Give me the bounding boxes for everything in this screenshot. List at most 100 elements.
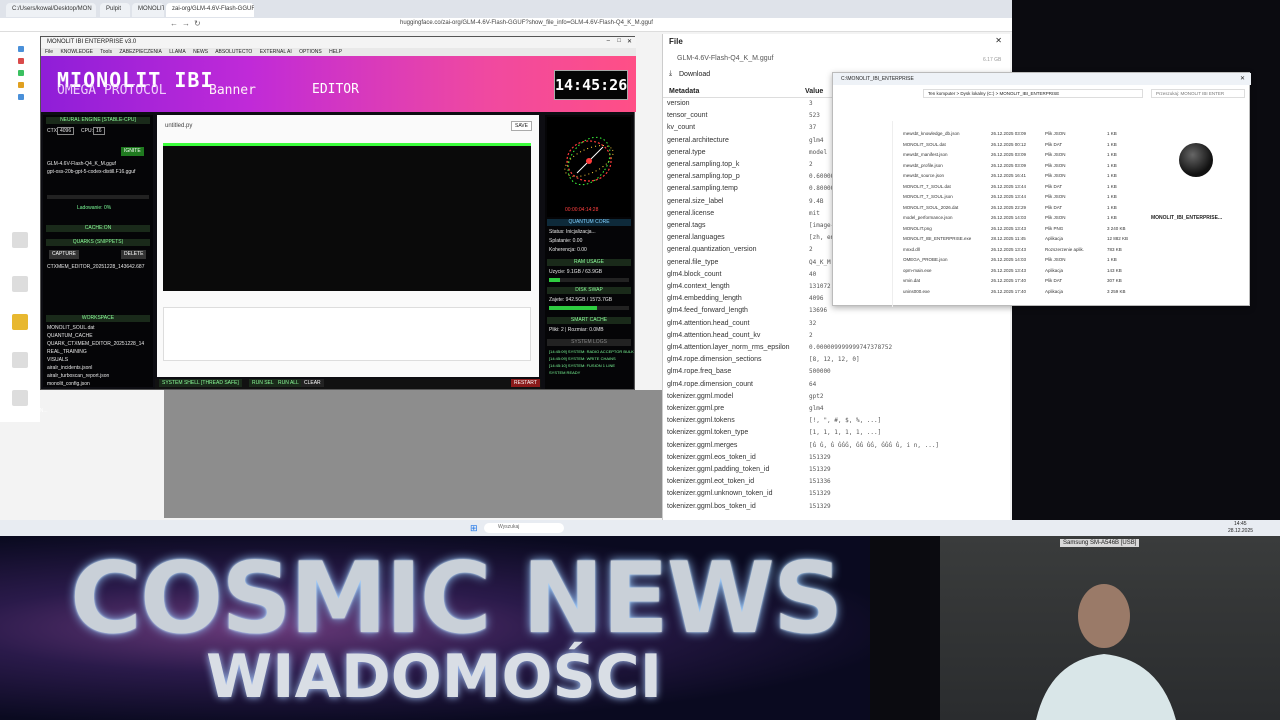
explorer-file-row[interactable]: mnxd.dll 26.12.2025 13:43 Rozszerzenie apl… xyxy=(903,247,1133,255)
qc-status: Status: Inicjalizacja... xyxy=(549,229,596,235)
menu-absolutecto[interactable]: ABSOLUTECTO xyxy=(215,49,252,55)
explorer-file-row[interactable]: MONOLIT_IBI_ENTERPRISE.exe 28.12.2025 11:… xyxy=(903,236,1133,244)
run-all-button[interactable]: RUN ALL xyxy=(275,379,302,387)
menu-help[interactable]: HELP xyxy=(329,49,342,55)
model-item[interactable]: gpt-oss-20b-gpt-5-codex-distill.F16.gguf xyxy=(47,169,135,175)
close-icon[interactable]: ✕ xyxy=(1240,75,1245,82)
explorer-file-row[interactable]: model_performance.json 26.12.2025 14:03 Pl… xyxy=(903,215,1133,223)
workspace-item[interactable]: VISUALS xyxy=(47,357,68,363)
file-name: mewsbt_profile.json xyxy=(903,162,943,168)
bookmark-icon[interactable] xyxy=(18,58,24,64)
close-icon[interactable]: ✕ xyxy=(995,36,1002,45)
metadata-key: tokenizer.ggml.token_type xyxy=(667,429,749,437)
quark-item[interactable]: CTXMEM_EDITOR_20251228_143642.687 xyxy=(47,264,144,270)
bookmark-icon[interactable] xyxy=(18,46,24,52)
menu-zabezpieczenia[interactable]: ZABEZPIECZENIA xyxy=(119,49,162,55)
metadata-key: general.sampling.temp xyxy=(667,185,738,193)
reload-icon[interactable]: ↻ xyxy=(194,19,201,28)
system-shell-button[interactable]: SYSTEM SHELL [THREAD SAFE] xyxy=(159,379,242,387)
clear-button[interactable]: CLEAR xyxy=(301,379,324,387)
file-size: 1 KB xyxy=(1107,204,1117,210)
workspace-item[interactable]: airalr_incidents.jsonl xyxy=(47,365,92,371)
explorer-address-bar[interactable]: Ten komputer > Dysk lokalny (C:) > MONOL… xyxy=(923,89,1143,98)
browser-tab[interactable]: C:/Users/kowal/Desktop/MON xyxy=(6,3,96,17)
desktop-file-icon[interactable]: MONOLIT - AMIR antywirus mod... xyxy=(2,352,38,388)
file-date: 26.12.2025 14:03 xyxy=(991,215,1027,220)
taskbar-search[interactable]: Wyszukaj xyxy=(484,523,564,533)
browser-tab[interactable]: Pulpit xyxy=(100,3,130,17)
model-item[interactable]: GLM-4.6V-Flash-Q4_K_M.gguf xyxy=(47,161,116,167)
workspace-item[interactable]: REAL_TRAINING xyxy=(47,349,87,355)
minimize-icon[interactable]: – xyxy=(607,38,610,44)
explorer-file-row[interactable]: mewsbt_knowledge_db.json 26.12.2025 03:09… xyxy=(903,131,1133,139)
explorer-file-row[interactable]: mewsbt_manifest.json 26.12.2025 03:09 Plik… xyxy=(903,152,1133,160)
explorer-file-row[interactable]: MONOLIT_7_SOUL.json 26.12.2025 13:44 Plik … xyxy=(903,194,1133,202)
file-name: MONOLIT.png xyxy=(903,225,932,231)
capture-button[interactable]: CAPTURE xyxy=(49,250,79,259)
code-editor[interactable] xyxy=(163,143,531,291)
cpu-input[interactable]: 16 xyxy=(93,127,105,135)
app-titlebar: MONOLIT IBI ENTERPRISE v3.0 – □ ✕ xyxy=(41,37,636,48)
explorer-file-row[interactable]: OMEGA_PROBE.json 26.12.2025 14:03 Plik JSO… xyxy=(903,257,1133,265)
menu-llama[interactable]: LLAMA xyxy=(169,49,185,55)
explorer-file-row[interactable]: mewsbt_profile.json 26.12.2025 03:09 Plik … xyxy=(903,163,1133,171)
explorer-file-row[interactable]: MONOLIT_7_SOUL.dat 26.12.2025 13:44 Plik D… xyxy=(903,184,1133,192)
maximize-icon[interactable]: □ xyxy=(617,38,621,44)
menu-knowledge[interactable]: KNOWLEDGE xyxy=(60,49,93,55)
workspace-item[interactable]: QUARK_CTXMEM_EDITOR_20251228_14 xyxy=(47,341,144,347)
bookmark-icon[interactable] xyxy=(18,70,24,76)
metadata-value: 3 xyxy=(809,100,813,107)
menu-options[interactable]: OPTIONS xyxy=(299,49,322,55)
windows-start-icon[interactable]: ⊞ xyxy=(470,523,478,534)
metadata-key: tokenizer.ggml.bos_token_id xyxy=(667,502,756,510)
explorer-file-row[interactable]: MONOLIT.png 26.12.2025 13:43 Plik PNG 3 240… xyxy=(903,226,1133,234)
browser-tab-active[interactable]: zai-org/GLM-4.6V-Flash-GGUF xyxy=(166,3,254,17)
restart-button[interactable]: RESTART xyxy=(511,379,540,387)
desktop-folder-icon[interactable]: MONOLIT_IBI_EN... kopia (2) xyxy=(2,314,48,344)
download-link[interactable]: Download xyxy=(679,71,710,78)
download-icon[interactable]: ⤓ xyxy=(669,70,672,78)
explorer-nav-pane[interactable] xyxy=(833,121,893,307)
presenter-silhouette-icon xyxy=(1036,584,1176,720)
editor-save-button[interactable]: SAVE xyxy=(511,121,532,131)
file-type: Plik JSON xyxy=(1045,173,1066,178)
explorer-file-row[interactable]: mewsbt_source.json 26.12.2025 16:41 Plik J… xyxy=(903,173,1133,181)
browser-tab[interactable]: MONOLIT_IBI_ xyxy=(132,3,164,17)
ignite-button[interactable]: IGNITE xyxy=(121,147,144,156)
desktop-file-icon[interactable]: MONOLIT_IBI_EN... (4).7z xyxy=(2,390,48,420)
workspace-item[interactable]: QUANTUM_CACHE xyxy=(47,333,93,339)
metadata-row: tokenizer.ggml.bos_token_id 151329 xyxy=(667,503,1007,515)
url-text[interactable]: huggingface.co/zai-org/GLM-4.6V-Flash-GG… xyxy=(400,20,653,26)
back-icon[interactable]: ← xyxy=(170,19,178,28)
close-icon[interactable]: ✕ xyxy=(627,38,632,45)
explorer-file-row[interactable]: MONOLIT_SOUL_2026.dat 26.12.2025 22:29 Pli… xyxy=(903,205,1133,213)
desktop-file-icon[interactable]: MONOLIT_IBI_EN...(3).7z xyxy=(2,276,48,306)
forward-icon[interactable]: → xyxy=(182,19,190,28)
menu-tools[interactable]: Tools xyxy=(100,49,112,55)
address-bar[interactable]: ← → ↻ huggingface.co/zai-org/GLM-4.6V-Fl… xyxy=(0,18,1012,32)
menu-external-ai[interactable]: EXTERNAL AI xyxy=(260,49,292,55)
delete-button[interactable]: DELETE xyxy=(121,250,147,259)
workspace-item[interactable]: monolit_config.json xyxy=(47,381,90,387)
loading-bar xyxy=(47,195,149,199)
output-console[interactable] xyxy=(163,307,531,361)
explorer-file-row[interactable]: vmin.dat 26.12.2025 17:40 Plik DAT 307 KB xyxy=(903,278,1133,286)
editor-filename[interactable]: untitled.py xyxy=(165,123,192,129)
workspace-item[interactable]: MONOLIT_SOUL.dat xyxy=(47,325,95,331)
taskbar: ⊞ Wyszukaj 14:45 28.12.2025 xyxy=(0,520,1280,536)
ctx-input[interactable]: 4096 xyxy=(57,127,75,135)
file-size: 12 882 KB xyxy=(1107,236,1129,241)
explorer-file-row[interactable]: opm-main.exe 26.12.2025 13:43 Aplikacja 143… xyxy=(903,268,1133,276)
menu-news[interactable]: NEWS xyxy=(193,49,208,55)
menu-file[interactable]: File xyxy=(45,49,53,55)
run-sel-button[interactable]: RUN SEL xyxy=(249,379,277,387)
explorer-file-row[interactable]: unins000.exe 26.12.2025 17:40 Aplikacja 3 2… xyxy=(903,289,1133,297)
file-name: GLM-4.6V-Flash-Q4_K_M.gguf xyxy=(677,55,774,62)
explorer-search[interactable]: Przeszukaj: MONOLIT IBI ENTER xyxy=(1151,89,1245,98)
workspace-item[interactable]: airalr_turboscan_report.json xyxy=(47,373,109,379)
desktop-file-icon[interactable]: MONOLIT_IBI_EN...(2).7z xyxy=(2,232,48,262)
bookmark-icon[interactable] xyxy=(18,94,24,100)
bookmark-icon[interactable] xyxy=(18,82,24,88)
metadata-row: tokenizer.ggml.token_type [1, 1, 1, 1, 1,… xyxy=(667,429,1007,441)
explorer-file-row[interactable]: MONOLIT_SOUL.dat 26.12.2025 00:12 Plik DAT… xyxy=(903,142,1133,150)
